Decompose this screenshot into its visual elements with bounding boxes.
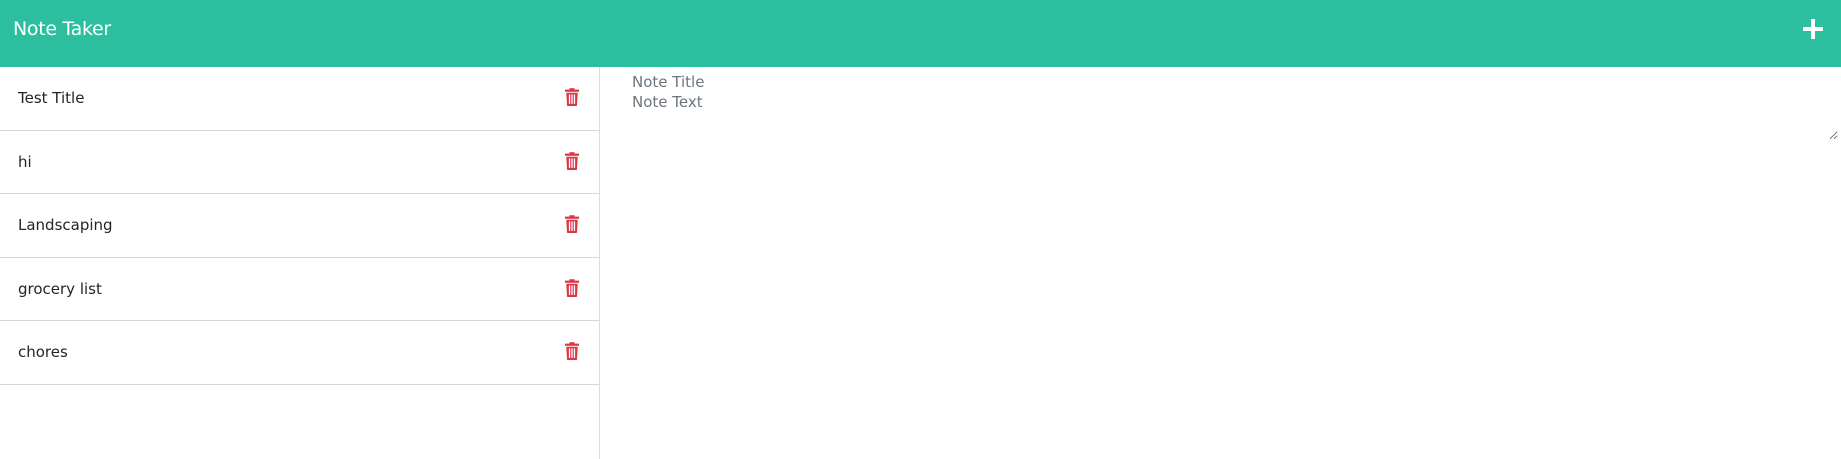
- trash-icon[interactable]: [565, 88, 579, 107]
- list-item[interactable]: grocery list: [0, 258, 599, 321]
- note-title-label: Test Title: [18, 89, 85, 108]
- note-editor: [601, 67, 1841, 459]
- list-item[interactable]: chores: [0, 321, 599, 385]
- note-list: Test Title hi Landscaping grocery list c…: [0, 67, 600, 459]
- note-title-input[interactable]: [632, 71, 1832, 93]
- trash-icon[interactable]: [565, 342, 579, 361]
- navbar: Note Taker: [0, 0, 1841, 67]
- trash-icon[interactable]: [565, 215, 579, 234]
- note-title-label: grocery list: [18, 279, 102, 298]
- new-note-button[interactable]: [1801, 17, 1825, 41]
- note-title-label: hi: [18, 152, 32, 171]
- trash-icon[interactable]: [565, 151, 579, 170]
- note-text-input[interactable]: [632, 93, 1838, 140]
- note-title-label: chores: [18, 343, 68, 362]
- list-item[interactable]: Landscaping: [0, 194, 599, 258]
- list-item[interactable]: hi: [0, 131, 599, 194]
- app-title[interactable]: Note Taker: [13, 18, 111, 40]
- trash-icon[interactable]: [565, 278, 579, 297]
- list-item[interactable]: Test Title: [0, 67, 599, 131]
- note-title-label: Landscaping: [18, 216, 113, 235]
